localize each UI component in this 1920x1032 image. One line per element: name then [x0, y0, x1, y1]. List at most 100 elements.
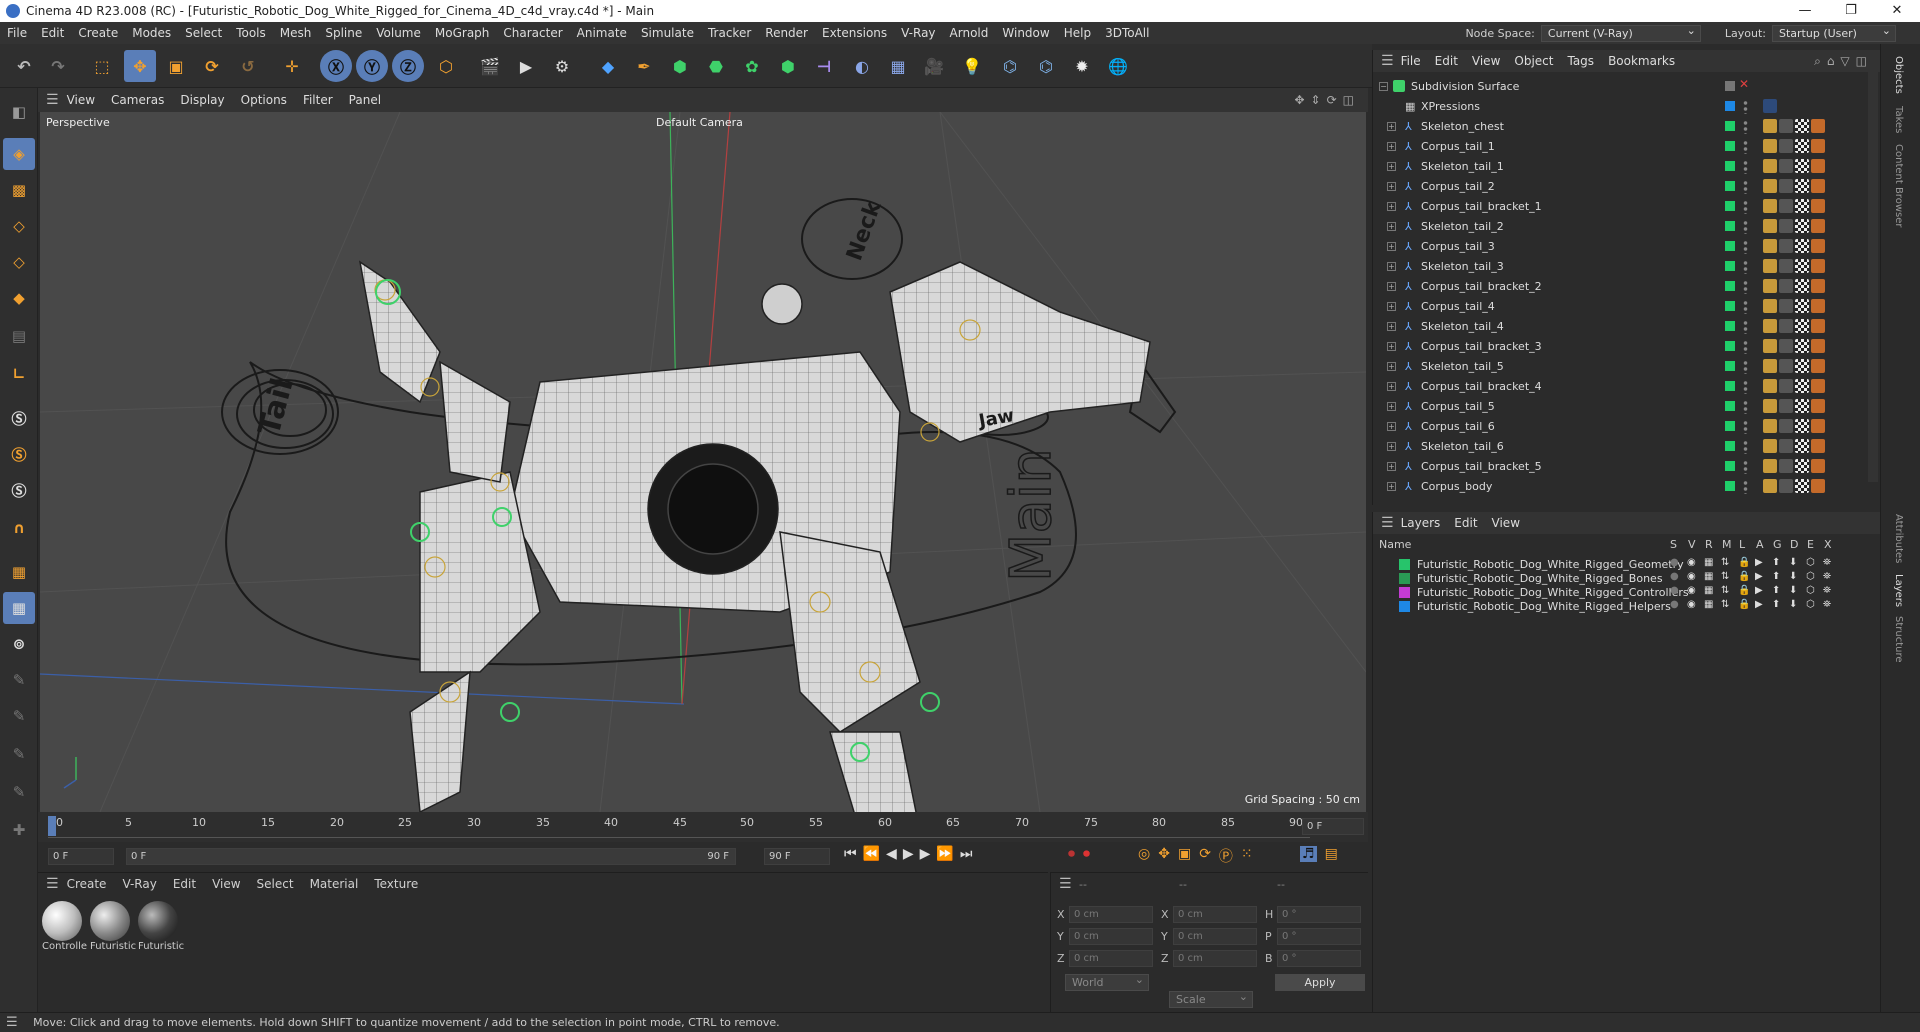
object-menu-object[interactable]: Object	[1507, 54, 1560, 68]
y-axis-lock-icon[interactable]: Ⓨ	[356, 50, 388, 82]
tab-objects[interactable]: Objects	[1893, 56, 1904, 94]
camera-label[interactable]: Default Camera	[656, 116, 743, 129]
model-mode-icon[interactable]: ◈	[3, 138, 35, 170]
weight-tag-icon[interactable]	[1763, 479, 1777, 493]
light-icon[interactable]: 💡	[956, 50, 988, 82]
menu-select[interactable]: Select	[178, 26, 229, 40]
redo-icon[interactable]: ↷	[42, 50, 74, 82]
position-y-field[interactable]: 0 cm	[1069, 928, 1153, 945]
points-mode-icon[interactable]: ◇	[3, 210, 35, 242]
weight-tag-icon[interactable]	[1763, 119, 1777, 133]
solo-icon[interactable]: ⊚	[3, 628, 35, 660]
ik-tag-icon[interactable]	[1811, 419, 1825, 433]
menu-simulate[interactable]: Simulate	[634, 26, 701, 40]
go-to-end-icon[interactable]: ⏭	[960, 846, 973, 862]
object-row[interactable]: ▦ XPressions	[1373, 97, 1881, 117]
mograph-cloner-icon[interactable]: ✿	[736, 50, 768, 82]
coordinate-mode-dropdown[interactable]: Scale	[1169, 989, 1253, 1008]
layer-color-swatch[interactable]	[1725, 161, 1735, 171]
quantize-icon[interactable]: Ⓢ	[3, 474, 35, 506]
visibility-dots[interactable]	[1743, 320, 1748, 334]
visibility-dots[interactable]	[1743, 400, 1748, 414]
size-z-field[interactable]: 0 cm	[1173, 950, 1257, 967]
texture-tag-icon[interactable]	[1795, 479, 1809, 493]
key-scale-icon[interactable]: ▣	[1178, 846, 1191, 866]
object-row[interactable]: + ⅄ Corpus_tail_4	[1373, 297, 1881, 317]
material-swatch[interactable]: Futuristic	[90, 901, 136, 952]
menu-file[interactable]: File	[0, 26, 34, 40]
animation-toggle-icon[interactable]: ▶	[1755, 585, 1763, 596]
object-row[interactable]: + ⅄ Corpus_tail_2	[1373, 177, 1881, 197]
expand-toggle[interactable]: +	[1387, 162, 1396, 171]
ik-tag-icon[interactable]	[1811, 279, 1825, 293]
material-tag-icon[interactable]	[1779, 359, 1793, 373]
sculpt-icon[interactable]: ✎	[3, 700, 35, 732]
material-tag-icon[interactable]	[1779, 379, 1793, 393]
environment-icon[interactable]: ◐	[846, 50, 878, 82]
next-key-icon[interactable]: ⏩	[936, 846, 953, 862]
menu-animate[interactable]: Animate	[570, 26, 634, 40]
object-row-root[interactable]: − Subdivision Surface ✕	[1373, 77, 1881, 97]
ik-tag-icon[interactable]	[1811, 159, 1825, 173]
xref-toggle-icon[interactable]: ⛯	[1823, 571, 1831, 582]
material-menu-edit[interactable]: Edit	[165, 877, 204, 891]
render-view-icon[interactable]: 🎬	[474, 50, 506, 82]
snap-icon[interactable]: Ⓢ	[3, 402, 35, 434]
object-row[interactable]: + ⅄ Skeleton_tail_1	[1373, 157, 1881, 177]
expand-toggle[interactable]: +	[1387, 382, 1396, 391]
object-menu-tags[interactable]: Tags	[1560, 54, 1601, 68]
tab-layers[interactable]: Layers	[1893, 574, 1904, 607]
menu-modes[interactable]: Modes	[125, 26, 178, 40]
cube-object-icon[interactable]: ◆	[592, 50, 624, 82]
material-tag-icon[interactable]	[1779, 319, 1793, 333]
layer-color-swatch[interactable]	[1399, 587, 1410, 598]
animation-toggle-icon[interactable]: ▶	[1755, 557, 1763, 568]
material-tag-icon[interactable]	[1779, 179, 1793, 193]
manager-toggle-icon[interactable]: ⇅	[1721, 585, 1729, 596]
status-hamburger-icon[interactable]: ☰	[6, 1015, 18, 1030]
object-row[interactable]: + ⅄ Corpus_tail_3	[1373, 237, 1881, 257]
material-swatch[interactable]: Futuristic	[138, 901, 184, 952]
texture-tag-icon[interactable]	[1795, 239, 1809, 253]
material-tag-icon[interactable]	[1779, 419, 1793, 433]
expand-toggle[interactable]	[1387, 102, 1396, 111]
previous-key-icon[interactable]: ⏪	[863, 846, 880, 862]
material-tag-icon[interactable]	[1779, 259, 1793, 273]
generators-toggle-icon[interactable]: ⬆	[1772, 599, 1780, 610]
play-icon[interactable]: ▶	[903, 846, 914, 862]
autokey-icon[interactable]: ⏺	[1083, 846, 1090, 862]
material-tag-icon[interactable]	[1779, 399, 1793, 413]
object-menu-edit[interactable]: Edit	[1428, 54, 1465, 68]
timeline-window-icon[interactable]: ▤	[1325, 846, 1338, 862]
tab-takes[interactable]: Takes	[1893, 106, 1904, 133]
spline-pen-icon[interactable]: ✒	[628, 50, 660, 82]
ik-tag-icon[interactable]	[1811, 219, 1825, 233]
rotation-p-field[interactable]: 0 °	[1277, 928, 1361, 945]
z-axis-lock-icon[interactable]: Ⓩ	[392, 50, 424, 82]
object-row[interactable]: + ⅄ Corpus_tail_1	[1373, 137, 1881, 157]
expressions-toggle-icon[interactable]: ⬡	[1806, 557, 1815, 568]
visibility-dots[interactable]	[1743, 160, 1748, 174]
weight-tag-icon[interactable]	[1763, 219, 1777, 233]
menu-extensions[interactable]: Extensions	[815, 26, 894, 40]
start-frame-field[interactable]: 0 F	[48, 848, 114, 865]
visibility-dots[interactable]	[1743, 280, 1748, 294]
expand-toggle[interactable]: +	[1387, 282, 1396, 291]
texture-tag-icon[interactable]	[1795, 139, 1809, 153]
viewport-menu-options[interactable]: Options	[233, 93, 295, 107]
ik-tag-icon[interactable]	[1811, 339, 1825, 353]
material-tag-icon[interactable]	[1779, 239, 1793, 253]
animation-toggle-icon[interactable]: ▶	[1755, 571, 1763, 582]
texture-tag-icon[interactable]	[1795, 459, 1809, 473]
weight-tag-icon[interactable]	[1763, 359, 1777, 373]
tab-content-browser[interactable]: Content Browser	[1893, 144, 1904, 227]
collapse-toggle[interactable]: −	[1379, 82, 1388, 91]
weight-tag-icon[interactable]	[1763, 139, 1777, 153]
layer-color-swatch[interactable]	[1725, 141, 1735, 151]
xref-toggle-icon[interactable]: ⛯	[1823, 599, 1831, 610]
end-frame-field[interactable]: 90 F	[764, 848, 830, 865]
texture-tag-icon[interactable]	[1795, 399, 1809, 413]
menu-vray[interactable]: V-Ray	[894, 26, 942, 40]
layout-dropdown[interactable]: Startup (User)	[1772, 23, 1896, 42]
minimize-button[interactable]: —	[1782, 0, 1828, 22]
